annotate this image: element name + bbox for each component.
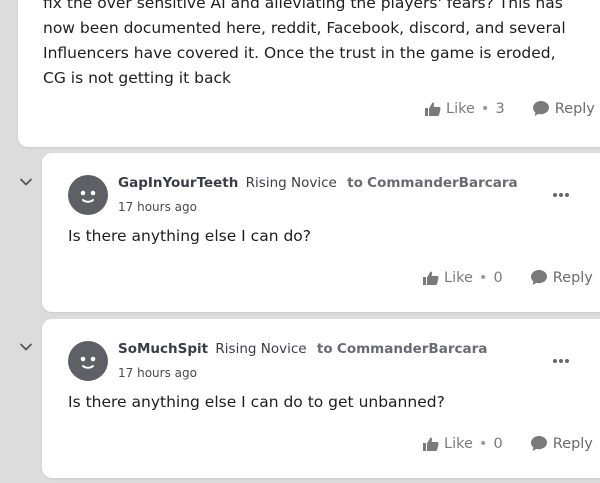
chevron-down-icon bbox=[18, 174, 34, 190]
separator-dot: • bbox=[478, 435, 488, 452]
avatar[interactable] bbox=[68, 175, 108, 215]
reply-card: SoMuchSpit Rising Novice to CommanderBar… bbox=[42, 319, 600, 478]
more-options-button[interactable] bbox=[551, 353, 571, 369]
reply-button[interactable]: Reply bbox=[530, 269, 593, 286]
like-label: Like bbox=[444, 269, 473, 286]
more-options-button[interactable] bbox=[551, 187, 571, 203]
avatar[interactable] bbox=[68, 341, 108, 381]
collapse-thread-toggle-1[interactable] bbox=[18, 174, 34, 190]
comment-timestamp: 17 hours ago bbox=[118, 366, 197, 380]
speech-bubble-icon bbox=[530, 435, 548, 452]
comment-header: GapInYourTeeth Rising Novice to Commande… bbox=[118, 175, 518, 191]
reply-to-label: to bbox=[347, 175, 363, 191]
post-reply-button[interactable]: Reply bbox=[532, 100, 595, 117]
like-count: 3 bbox=[495, 100, 505, 117]
speech-bubble-icon bbox=[532, 100, 550, 117]
author-rank: Rising Novice bbox=[215, 341, 307, 357]
like-button[interactable]: Like • 0 bbox=[422, 436, 503, 452]
like-count: 0 bbox=[493, 269, 503, 286]
like-label: Like bbox=[444, 435, 473, 452]
author-name[interactable]: SoMuchSpit bbox=[118, 341, 208, 357]
comment-body-text: Is there anything else I can do to get u… bbox=[68, 393, 445, 411]
like-label: Like bbox=[446, 100, 475, 117]
comment-actions: Like • 0 Reply bbox=[422, 269, 593, 286]
comment-body-text: Is there anything else I can do? bbox=[68, 227, 311, 245]
thumbs-up-icon bbox=[422, 270, 439, 286]
author-rank: Rising Novice bbox=[245, 175, 337, 191]
reply-label: Reply bbox=[554, 100, 595, 117]
reply-card: GapInYourTeeth Rising Novice to Commande… bbox=[42, 153, 600, 312]
post-like-button[interactable]: Like • 3 bbox=[424, 101, 505, 117]
reply-button[interactable]: Reply bbox=[530, 435, 593, 452]
collapse-thread-toggle-2[interactable] bbox=[18, 339, 34, 355]
speech-bubble-icon bbox=[530, 269, 548, 286]
reply-label: Reply bbox=[552, 435, 593, 452]
comment-timestamp: 17 hours ago bbox=[118, 200, 197, 214]
post-body-text: fix the over sensitive AI and alleviatin… bbox=[43, 0, 566, 87]
comment-actions: Like • 0 Reply bbox=[422, 435, 593, 452]
author-name[interactable]: GapInYourTeeth bbox=[118, 175, 238, 191]
reply-label: Reply bbox=[552, 269, 593, 286]
more-options-icon bbox=[551, 187, 571, 203]
reply-target-user[interactable]: CommanderBarcara bbox=[367, 175, 517, 191]
parent-post-card: fix the over sensitive AI and alleviatin… bbox=[18, 0, 600, 147]
separator-dot: • bbox=[478, 269, 488, 286]
thumbs-up-icon bbox=[422, 436, 439, 452]
reply-target-user[interactable]: CommanderBarcara bbox=[337, 341, 487, 357]
comment-header: SoMuchSpit Rising Novice to CommanderBar… bbox=[118, 341, 487, 357]
reply-to-label: to bbox=[316, 341, 333, 357]
thumbs-up-icon bbox=[424, 101, 441, 117]
like-count: 0 bbox=[493, 435, 503, 452]
more-options-icon bbox=[551, 353, 571, 369]
separator-dot: • bbox=[480, 100, 490, 117]
post-actions: Like • 3 Reply bbox=[424, 100, 595, 117]
chevron-down-icon bbox=[18, 339, 34, 355]
like-button[interactable]: Like • 0 bbox=[422, 270, 503, 286]
